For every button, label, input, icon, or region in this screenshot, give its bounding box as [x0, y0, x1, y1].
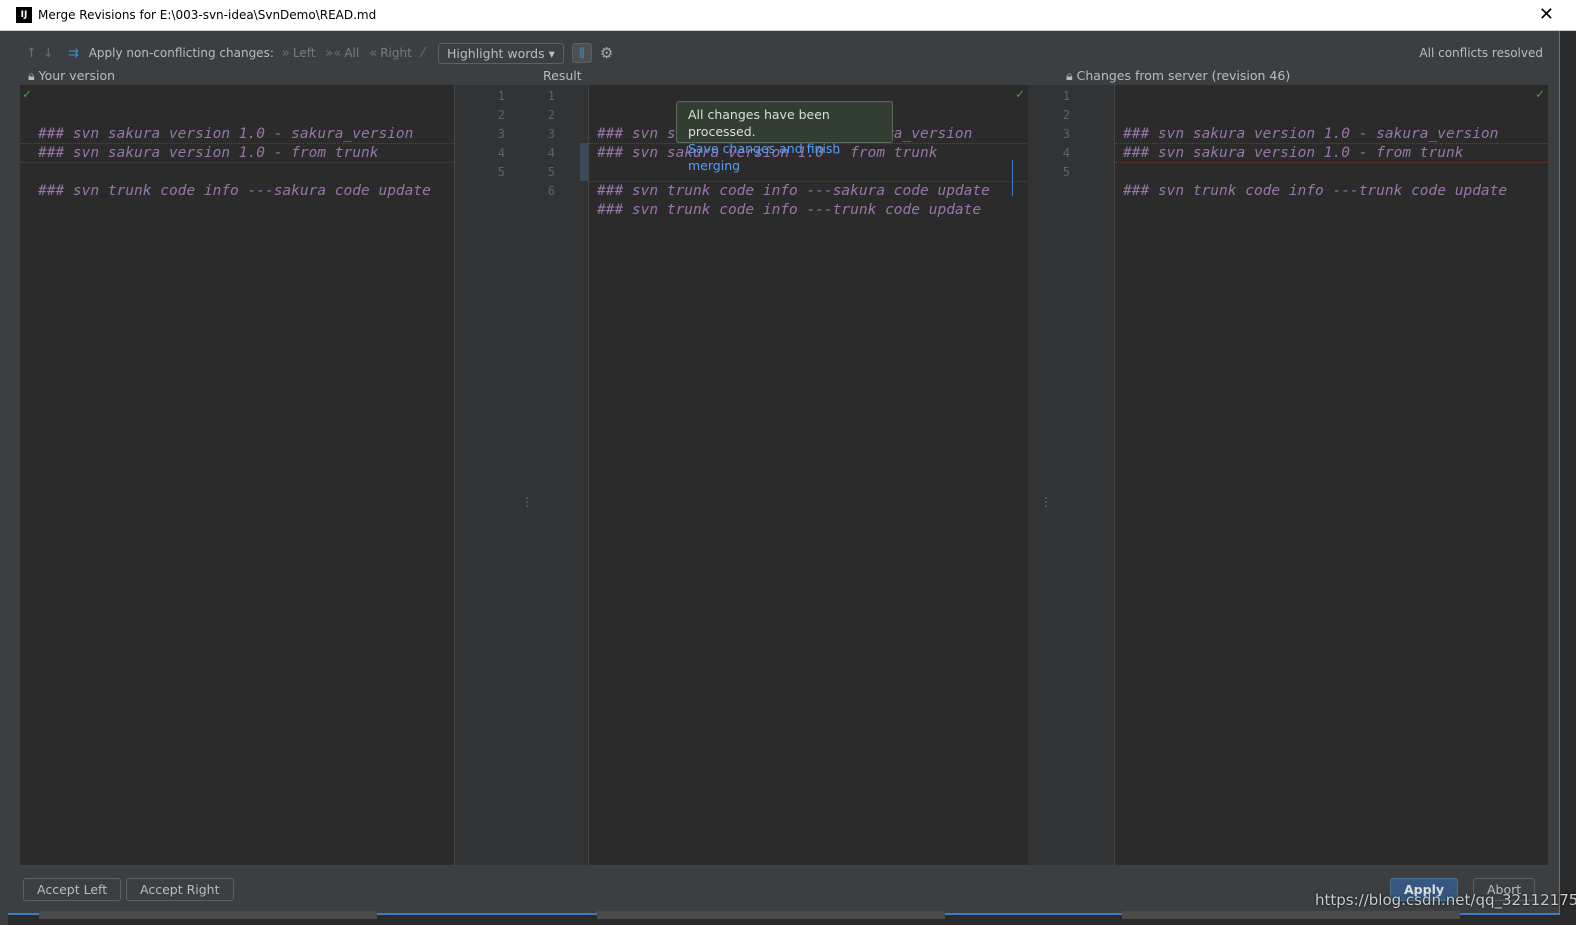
title-bar: IJ Merge Revisions for E:\003-svn-idea\S… — [0, 0, 1576, 31]
apply-all-button[interactable]: All — [344, 46, 359, 60]
right-panel-title: 🔒︎ Changes from server (revision 46) — [1066, 68, 1291, 83]
apply-left-icon[interactable]: » — [282, 46, 290, 61]
apply-label: Apply non-conflicting changes: — [88, 46, 274, 60]
gear-icon[interactable]: ⚙ — [600, 44, 613, 62]
window-title: Merge Revisions for E:\003-svn-idea\SvnD… — [38, 8, 377, 22]
accept-left-button[interactable]: Accept Left — [23, 878, 122, 901]
watermark: https://blog.csdn.net/qq_32112175 — [1315, 891, 1576, 909]
left-editor[interactable]: ✓ ### svn sakura version 1.0 - sakura_ve… — [20, 85, 454, 919]
tooltip-text: All changes have been processed. — [688, 107, 830, 139]
status-text: All conflicts resolved — [1419, 46, 1543, 60]
left-code: ### svn sakura version 1.0 - sakura_vers… — [38, 126, 431, 199]
close-icon[interactable]: ✕ — [1539, 4, 1554, 25]
magic-resolve-icon[interactable]: ⇉ — [68, 46, 79, 61]
result-scrollbar[interactable] — [597, 911, 945, 919]
lock-icon: 🔒︎ — [28, 68, 35, 83]
apply-all-icon[interactable]: »« — [325, 46, 341, 61]
arrow-up-icon[interactable]: ↑ — [26, 46, 37, 61]
server-scrollbar[interactable] — [1122, 911, 1460, 919]
right-gutter: 12345 ⋮ — [1028, 85, 1114, 865]
left-gutter: 12345 123456 ⋮ — [454, 85, 588, 865]
splitter-handle[interactable]: ⋮ — [521, 495, 533, 509]
left-panel-title: 🔒︎ Your version — [28, 68, 116, 83]
magic-wand-icon[interactable]: ⁄ — [422, 46, 424, 61]
background-app — [0, 31, 8, 925]
server-code: ### svn sakura version 1.0 - sakura_vers… — [1123, 126, 1508, 199]
merge-complete-tooltip: All changes have been processed. Save ch… — [676, 101, 893, 173]
intellij-logo-icon: IJ — [16, 7, 32, 23]
highlight-value: Highlight words — [446, 45, 545, 61]
save-and-finish-link[interactable]: Save changes and finish merging — [688, 140, 881, 174]
splitter-handle[interactable]: ⋮ — [1040, 495, 1052, 509]
left-scrollbar[interactable] — [39, 911, 377, 919]
text-cursor — [1012, 160, 1013, 196]
sync-scroll-toggle[interactable]: ⫼ — [571, 43, 592, 63]
toolbar: ↑ ↓ ⇉ Apply non-conflicting changes: » L… — [26, 42, 613, 64]
server-editor[interactable]: ✓ ### svn sakura version 1.0 - sakura_ve… — [1114, 85, 1549, 919]
highlight-select[interactable]: Highlight words ▾ — [437, 42, 564, 64]
apply-right-icon[interactable]: « — [369, 46, 377, 61]
lock-icon: 🔒︎ — [1066, 68, 1073, 83]
apply-right-button[interactable]: Right — [380, 46, 412, 60]
check-icon: ✓ — [22, 87, 33, 101]
arrow-down-icon[interactable]: ↓ — [43, 46, 54, 61]
result-editor[interactable]: ✓ ### svn sakura version 1.0 - sakura_ve… — [588, 85, 1029, 919]
apply-left-button[interactable]: Left — [293, 46, 316, 60]
merge-dialog: ↑ ↓ ⇉ Apply non-conflicting changes: » L… — [8, 31, 1576, 919]
center-panel-title: Result — [543, 68, 582, 83]
accept-right-button[interactable]: Accept Right — [126, 878, 234, 901]
